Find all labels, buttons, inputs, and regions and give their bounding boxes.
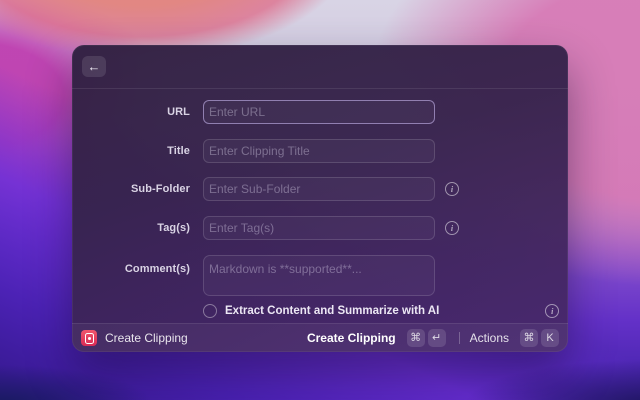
tags-info-icon[interactable]: i xyxy=(445,221,459,235)
window-footer: Create Clipping Create Clipping ⌘ ↵ Acti… xyxy=(72,323,568,352)
extract-ai-info-icon[interactable]: i xyxy=(545,304,560,318)
footer-actions: Create Clipping ⌘ ↵ Actions ⌘ K xyxy=(307,329,559,347)
url-input[interactable] xyxy=(203,100,435,124)
footer-app-title: Create Clipping xyxy=(105,331,188,345)
form-row-subfolder: Sub-Folder i xyxy=(72,177,568,201)
clipping-glyph-icon xyxy=(84,332,94,344)
extract-ai-checkbox-label: Extract Content and Summarize with AI xyxy=(225,305,440,317)
subfolder-label: Sub-Folder xyxy=(130,183,190,195)
comments-label: Comment(s) xyxy=(124,263,190,275)
url-label: URL xyxy=(167,106,190,118)
form-row-tags: Tag(s) i xyxy=(72,216,568,240)
create-clipping-action-button[interactable]: Create Clipping xyxy=(307,331,396,345)
comments-textarea[interactable] xyxy=(203,255,435,296)
create-clipping-window: ← URL Title Sub-Folder i Tag(s) i Commen… xyxy=(72,45,568,352)
form-row-title: Title xyxy=(72,139,568,163)
subfolder-input[interactable] xyxy=(203,177,435,201)
tags-input[interactable] xyxy=(203,216,435,240)
clipping-form: URL Title Sub-Folder i Tag(s) i Comment(… xyxy=(72,89,568,323)
extract-ai-checkbox-group: Extract Content and Summarize with AI xyxy=(203,304,439,318)
footer-divider xyxy=(458,332,460,344)
tags-label: Tag(s) xyxy=(157,222,190,234)
subfolder-info-icon[interactable]: i xyxy=(445,182,459,196)
back-button[interactable]: ← xyxy=(82,56,106,77)
form-row-url: URL xyxy=(72,100,568,124)
window-header: ← xyxy=(72,45,568,89)
actions-menu-button[interactable]: Actions xyxy=(470,331,509,345)
form-row-comments: Comment(s) xyxy=(72,255,568,296)
create-clipping-app-icon xyxy=(81,330,97,346)
return-key-icon: ↵ xyxy=(427,329,446,347)
command-key-icon: ⌘ xyxy=(520,329,538,347)
command-key-icon: ⌘ xyxy=(406,329,425,347)
form-row-extract-ai: Extract Content and Summarize with AI i xyxy=(72,304,568,318)
k-key-icon: K xyxy=(541,329,559,347)
extract-ai-checkbox[interactable] xyxy=(203,304,217,318)
title-label: Title xyxy=(167,145,190,157)
title-input[interactable] xyxy=(203,139,435,163)
